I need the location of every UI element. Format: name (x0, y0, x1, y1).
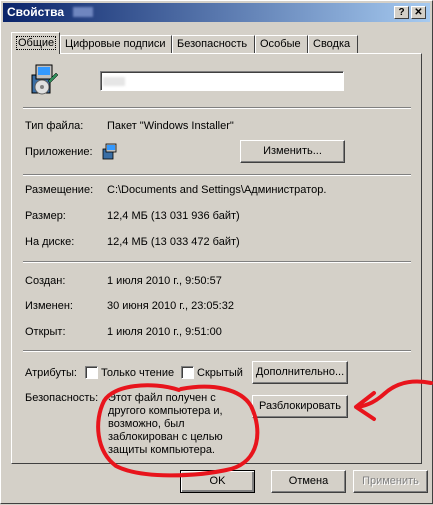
separator (23, 350, 411, 352)
title-bar[interactable]: Свойства ? ✕ (3, 3, 430, 22)
hidden-checkbox[interactable] (181, 366, 194, 379)
separator (23, 261, 411, 263)
security-warning-text: Этот файл получен с другого компьютера и… (108, 392, 223, 456)
file-type-value: Пакет "Windows Installer" (107, 120, 234, 132)
opened-value: 1 июля 2010 г., 9:51:00 (107, 326, 222, 338)
file-type-label: Тип файла: (25, 120, 84, 132)
size-label: Размер: (25, 210, 66, 222)
properties-dialog: Свойства ? ✕ Общие Цифровые подписи Безо… (0, 0, 433, 504)
separator (23, 174, 411, 176)
size-on-disk-label: На диске: (25, 236, 75, 248)
apply-button[interactable]: Применить (353, 470, 428, 493)
title-redaction (73, 7, 93, 17)
application-label: Приложение: (25, 146, 93, 158)
ok-button[interactable]: OK (180, 470, 255, 493)
tab-security[interactable]: Безопасность (172, 35, 255, 53)
installer-package-icon (31, 64, 59, 95)
change-button[interactable]: Изменить... (240, 140, 345, 163)
file-name-input[interactable] (100, 71, 344, 91)
advanced-button[interactable]: Дополнительно... (252, 361, 348, 384)
size-on-disk-value: 12,4 МБ (13 033 472 байт) (107, 236, 240, 248)
tab-general[interactable]: Общие (11, 32, 60, 54)
opened-label: Открыт: (25, 326, 66, 338)
location-value: C:\Documents and Settings\Администратор. (107, 184, 327, 196)
created-value: 1 июля 2010 г., 9:50:57 (107, 275, 222, 287)
cancel-button[interactable]: Отмена (271, 470, 346, 493)
attributes-label: Атрибуты: (25, 367, 77, 379)
hidden-checkbox-label[interactable]: Скрытый (197, 367, 243, 379)
modified-value: 30 июня 2010 г., 23:05:32 (107, 300, 234, 312)
created-label: Создан: (25, 275, 66, 287)
help-button[interactable]: ? (394, 6, 409, 19)
tab-summary[interactable]: Сводка (308, 35, 358, 53)
size-value: 12,4 МБ (13 031 936 байт) (107, 210, 240, 222)
readonly-checkbox-label[interactable]: Только чтение (101, 367, 174, 379)
unblock-button[interactable]: Разблокировать (252, 395, 348, 418)
tab-special[interactable]: Особые (255, 35, 308, 53)
location-label: Размещение: (25, 184, 94, 196)
tab-digital-signatures[interactable]: Цифровые подписи (60, 35, 172, 53)
security-label: Безопасность: (25, 392, 99, 404)
window-title: Свойства (7, 5, 65, 19)
file-name-redaction (103, 77, 125, 86)
modified-label: Изменен: (25, 300, 73, 312)
windows-installer-icon (102, 143, 117, 160)
separator (23, 107, 411, 109)
readonly-checkbox[interactable] (85, 366, 98, 379)
close-button[interactable]: ✕ (411, 6, 426, 19)
